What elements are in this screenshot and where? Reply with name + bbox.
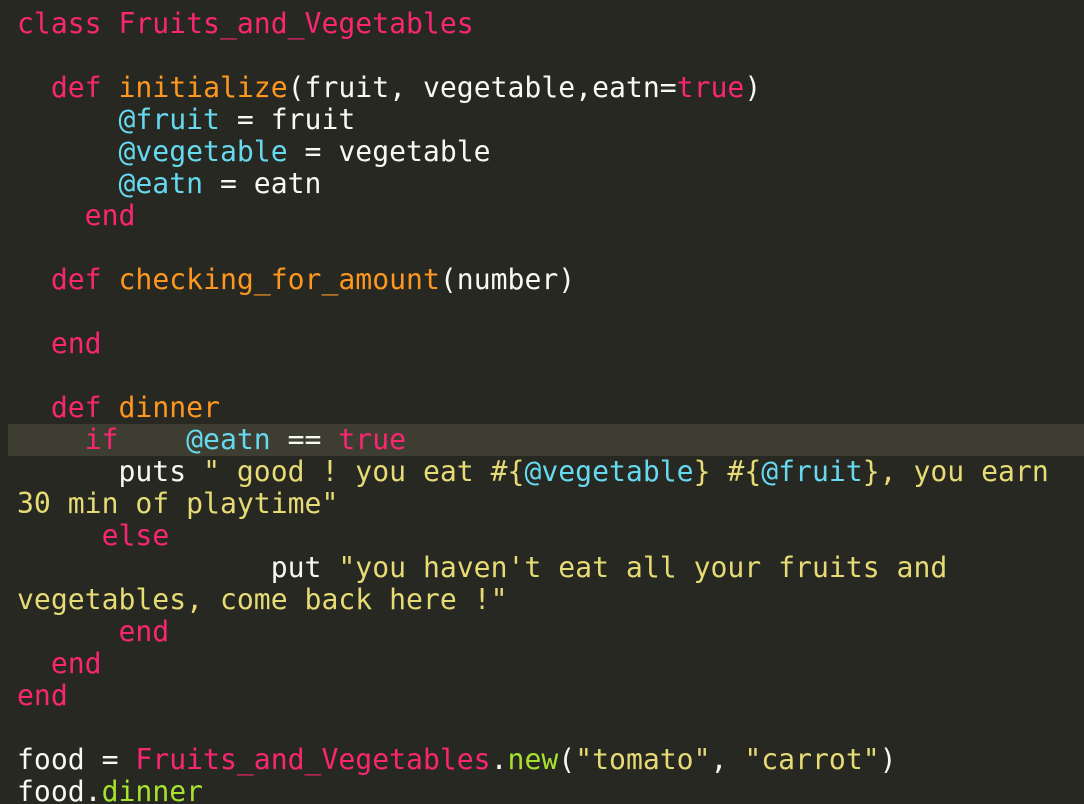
- keyword-token: def: [50, 392, 102, 424]
- function-name-token: dinner: [118, 392, 220, 424]
- code-line[interactable]: food.dinner: [0, 776, 1084, 804]
- instance-variable-token: @vegetable: [524, 456, 694, 488]
- code-token: .: [490, 744, 508, 776]
- keyword-token: true: [338, 424, 407, 456]
- string-token: "you haven't eat all your fruits and: [338, 552, 948, 584]
- keyword-token: end: [17, 680, 68, 712]
- code-line[interactable]: vegetables, come back here !": [0, 584, 1084, 616]
- string-token: 30 min of playtime": [17, 488, 339, 520]
- string-token: "carrot": [744, 744, 880, 776]
- code-token: food =: [17, 744, 136, 776]
- string-token: }, you earn: [862, 456, 1049, 488]
- code-line[interactable]: [0, 360, 1084, 392]
- code-line[interactable]: @fruit = fruit: [0, 104, 1084, 136]
- code-line-current[interactable]: if @eatn == true: [8, 424, 1084, 456]
- code-line[interactable]: else: [0, 520, 1084, 552]
- code-line[interactable]: def checking_for_amount(number): [0, 264, 1084, 296]
- instance-variable-token: @vegetable: [118, 136, 288, 168]
- code-line[interactable]: end: [0, 648, 1084, 680]
- instance-variable-token: @eatn: [186, 424, 271, 456]
- string-token: vegetables, come back here !": [17, 584, 508, 616]
- keyword-token: if: [84, 424, 119, 456]
- code-line[interactable]: [0, 296, 1084, 328]
- function-name-token: initialize: [118, 72, 288, 104]
- code-line[interactable]: [0, 232, 1084, 264]
- code-line[interactable]: food = Fruits_and_Vegetables.new("tomato…: [0, 744, 1084, 776]
- keyword-token: end: [50, 648, 102, 680]
- code-line[interactable]: def dinner: [0, 392, 1084, 424]
- code-token: ==: [270, 424, 339, 456]
- code-token: (number): [439, 264, 576, 296]
- code-line[interactable]: end: [0, 200, 1084, 232]
- keyword-token: end: [118, 616, 170, 648]
- keyword-token: class: [17, 8, 119, 40]
- code-token: ): [744, 72, 762, 104]
- code-line[interactable]: @vegetable = vegetable: [0, 136, 1084, 168]
- code-line[interactable]: def initialize(fruit, vegetable,eatn=tru…: [0, 72, 1084, 104]
- string-token: "tomato": [575, 744, 711, 776]
- code-token: ,: [710, 744, 745, 776]
- code-token: = eatn: [203, 168, 322, 200]
- code-line[interactable]: [0, 40, 1084, 72]
- string-token: } #{: [693, 456, 762, 488]
- keyword-token: def: [50, 72, 102, 104]
- instance-variable-token: @fruit: [118, 104, 220, 136]
- keyword-token: true: [676, 72, 745, 104]
- string-token: " good ! you eat #{: [203, 456, 525, 488]
- method-call-token: new: [507, 744, 559, 776]
- keyword-token: end: [50, 328, 102, 360]
- keyword-token: end: [84, 200, 136, 232]
- code-token: = vegetable: [287, 136, 491, 168]
- code-line[interactable]: end: [0, 616, 1084, 648]
- code-token: food.: [17, 776, 102, 804]
- code-line[interactable]: end: [0, 328, 1084, 360]
- keyword-token: else: [101, 520, 170, 552]
- code-token: puts: [17, 456, 204, 488]
- class-name-token: Fruits_and_Vegetables: [118, 8, 474, 40]
- code-line[interactable]: class Fruits_and_Vegetables: [0, 8, 1084, 40]
- function-name-token: checking_for_amount: [118, 264, 440, 296]
- instance-variable-token: @fruit: [761, 456, 863, 488]
- code-token: (: [558, 744, 576, 776]
- class-name-token: Fruits_and_Vegetables: [135, 744, 491, 776]
- code-line[interactable]: puts " good ! you eat #{@vegetable} #{@f…: [0, 456, 1084, 488]
- code-token: = fruit: [219, 104, 356, 136]
- code-line[interactable]: put "you haven't eat all your fruits and: [0, 552, 1084, 584]
- code-line[interactable]: [0, 712, 1084, 744]
- code-line[interactable]: 30 min of playtime": [0, 488, 1084, 520]
- code-line[interactable]: @eatn = eatn: [0, 168, 1084, 200]
- code-token: (fruit, vegetable,eatn=: [287, 72, 677, 104]
- keyword-token: def: [50, 264, 102, 296]
- code-token: ): [879, 744, 897, 776]
- method-call-token: dinner: [101, 776, 204, 804]
- instance-variable-token: @eatn: [118, 168, 204, 200]
- code-line[interactable]: end: [0, 680, 1084, 712]
- code-editor[interactable]: class Fruits_and_Vegetables def initiali…: [0, 0, 1084, 804]
- code-token: put: [17, 552, 339, 584]
